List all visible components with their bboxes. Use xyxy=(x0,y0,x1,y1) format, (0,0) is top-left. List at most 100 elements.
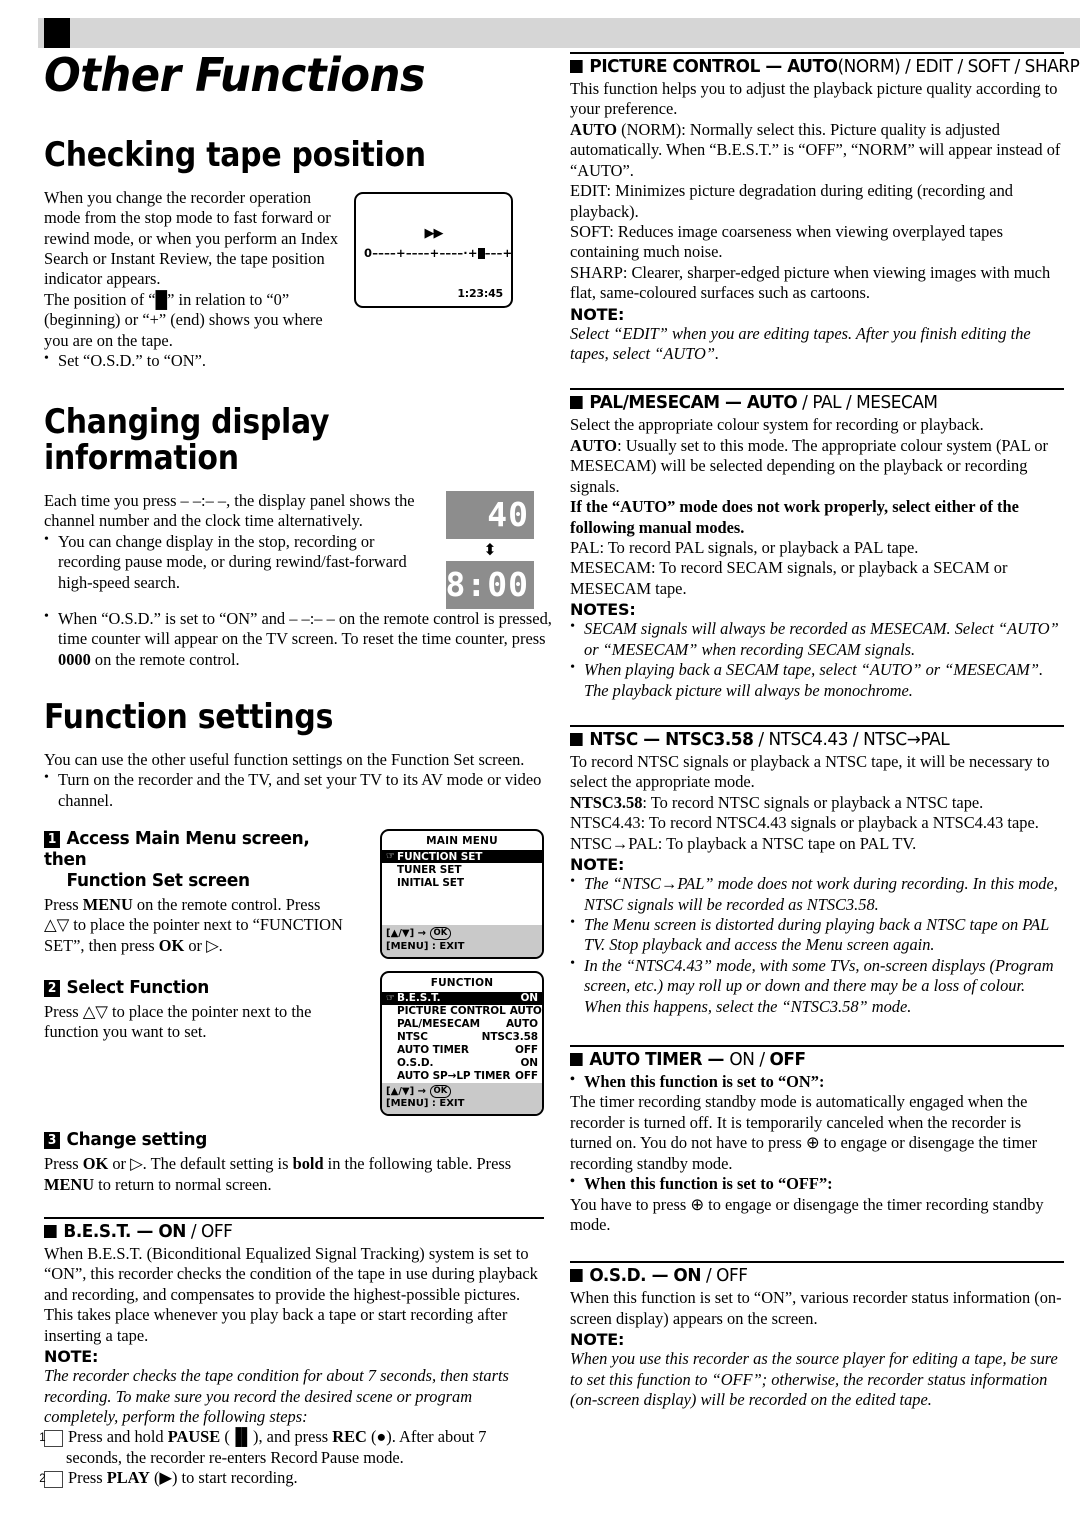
osd-head-bold: O.S.D. — ON xyxy=(589,1266,702,1287)
function-settings-bullet-1: Turn on the recorder and the TV, and set… xyxy=(44,769,544,811)
osd-item-picture-control[interactable]: PICTURE CONTROL AUTO xyxy=(382,1005,542,1018)
auto-timer-on-text: The timer recording standby mode is auto… xyxy=(570,1092,1038,1173)
best-substep-2: 2 Press PLAY (▶) to start recording. xyxy=(39,1468,544,1489)
pal-mesecam-head-bold: PAL/MESECAM — AUTO xyxy=(589,393,798,414)
step-1-title-line2: Function Set screen xyxy=(66,869,250,891)
section-heading-changing-display-information: Changing display information xyxy=(44,402,330,479)
osd-item-ntsc[interactable]: NTSC NTSC3.58 xyxy=(382,1031,542,1044)
square-bullet-icon xyxy=(44,1224,57,1238)
step-2-block: 2 Select Function Press △▽ to place the p… xyxy=(44,977,349,1043)
ntsc-note-1: The “NTSC→PAL” mode does not work during… xyxy=(570,873,1064,915)
pal-mesecam-mesecam: MESECAM: To record SECAM signals, or pla… xyxy=(570,558,1008,598)
auto-mode-label: AUTO xyxy=(570,435,618,455)
auto-mode-text: (NORM): Normally select this. Picture qu… xyxy=(570,119,1061,180)
square-bullet-icon xyxy=(570,1053,583,1067)
osd-item-osd[interactable]: O.S.D. ON xyxy=(382,1057,542,1070)
ntsc-note-label: NOTE: xyxy=(570,855,625,875)
osd-item-initial-set[interactable]: INITIAL SET xyxy=(382,876,542,889)
osd-item-best[interactable]: ☞ B.E.S.T. ON xyxy=(382,991,542,1005)
picture-control-soft: SOFT: Reduces image coarseness when view… xyxy=(570,221,1003,262)
play-button-label: PLAY xyxy=(106,1468,150,1488)
ntsc-head-bold: NTSC — NTSC3.58 xyxy=(589,729,754,750)
osd-spacer xyxy=(382,889,542,898)
step-3-heading: 3 Change setting xyxy=(44,1129,514,1151)
pause-button-label: PAUSE xyxy=(167,1427,221,1447)
osd-item-pal-mesecam[interactable]: PAL/MESECAM AUTO xyxy=(382,1018,542,1031)
square-bullet-icon xyxy=(570,60,583,73)
manual-page: Other Functions Checking tape position W… xyxy=(0,0,1080,1526)
step-1-title-line1: Access Main Menu screen, then xyxy=(44,828,310,870)
subsection-heading-ntsc: NTSC — NTSC3.58 / NTSC4.43 / NTSC→PAL xyxy=(570,730,1049,750)
picture-control-paragraph-1: This function helps you to adjust the pl… xyxy=(570,79,1058,119)
changing-display-bullet-1: You can change display in the stop, reco… xyxy=(44,531,434,593)
menu-button-label: MENU xyxy=(82,894,133,914)
osd-item-label: O.S.D. xyxy=(397,1057,434,1070)
picture-control-sharp: SHARP: Clearer, sharper-edged picture wh… xyxy=(570,262,1051,303)
best-note-label: NOTE: xyxy=(44,1347,99,1367)
step-2-body: Press △▽ to place the pointer next to th… xyxy=(44,1001,312,1042)
changing-display-bullet-2: When “O.S.D.” is set to “ON” and – –:– –… xyxy=(44,608,558,670)
pal-mesecam-head-options: / PAL / MESECAM xyxy=(797,393,938,414)
changing-display-body: Each time you press – –:– –, the display… xyxy=(44,490,544,609)
ok-button-label: OK xyxy=(158,935,185,955)
step-3-text-c: in the following table. Press xyxy=(323,1154,512,1174)
osd-item-label: INITIAL SET xyxy=(397,876,464,889)
page-title: Other Functions xyxy=(44,48,426,102)
menu-button-label: MENU xyxy=(44,1174,95,1194)
step-1-body: Press MENU on the remote control. Press … xyxy=(44,895,349,956)
osd-item-value: NTSC3.58 xyxy=(481,1031,538,1044)
checking-tape-bullet-1: Set “O.S.D.” to “ON”. xyxy=(44,350,344,371)
osd-footer-nav-hint: [▲/▼] → OK xyxy=(386,1084,538,1099)
pal-mesecam-auto: AUTO: Usually set to this mode. The appr… xyxy=(570,436,1064,497)
osd-spacer xyxy=(382,907,542,916)
best-substep-1: 1 Press and hold PAUSE (▐▌), and press RE… xyxy=(39,1427,544,1468)
ok-key-icon: OK xyxy=(429,927,452,941)
ntsc-note-2: The Menu screen is distorted during play… xyxy=(570,914,1064,956)
ntsc-paragraph-1: To record NTSC signals or playback a NTS… xyxy=(570,751,1050,792)
osd-footer-exit-hint: [MENU] : EXIT xyxy=(386,1098,465,1110)
osd-item-label: B.E.S.T. xyxy=(397,992,441,1005)
step-3-text-a: Press xyxy=(44,1154,83,1174)
osd-item-tuner-set[interactable]: TUNER SET xyxy=(382,863,542,876)
tape-scale-left: 0––––+––––+––––·+ xyxy=(364,245,478,260)
auto-timer-off-label: When this function is set to “OFF”: xyxy=(570,1173,1064,1194)
checking-tape-paragraph-2: The position of “█” in relation to “0” (… xyxy=(44,289,323,350)
header-grey-band xyxy=(38,18,1080,48)
osd-item-auto-sp-lp-timer[interactable]: AUTO SP→LP TIMER OFF xyxy=(382,1070,542,1083)
tape-position-indicator-figure: ▶▶ 0––––+––––+––––·+ –––+ 1:23:45 xyxy=(354,191,513,308)
rec-button-label: REC xyxy=(332,1427,367,1447)
divider-rule xyxy=(570,1261,1064,1264)
tape-position-marker-icon xyxy=(477,247,485,259)
substep-1-number: 1 xyxy=(39,1430,63,1448)
lcd-channel-display: 40 xyxy=(446,490,534,539)
osd-item-label: PAL/MESECAM xyxy=(397,1018,480,1031)
section-heading-checking-tape-position: Checking tape position xyxy=(44,135,426,175)
picture-control-note-label: NOTE: xyxy=(570,304,625,324)
up-down-arrow-icon: ⬍ xyxy=(483,539,497,559)
osd-footer-exit-hint: [MENU] : EXIT xyxy=(386,940,465,952)
function-settings-steps: 1 Access Main Menu screen, then Function S… xyxy=(44,828,544,1117)
osd-spacer xyxy=(382,916,542,925)
step-1-block: 1 Access Main Menu screen, then Function S… xyxy=(44,828,349,956)
divider-rule xyxy=(570,724,1064,727)
pal-mesecam-paragraph-1: Select the appropriate colour system for… xyxy=(570,415,984,435)
auto-timer-head-bold: AUTO TIMER — xyxy=(589,1050,730,1071)
pointer-icon: ☞ xyxy=(386,992,395,1004)
lcd-clock-display: 8:00 xyxy=(446,560,534,609)
step-3-text-b: or ▷. The default setting is xyxy=(108,1154,293,1174)
osd-function-footer: [▲/▼] → OK [MENU] : EXIT xyxy=(382,1082,542,1115)
osd-footer-nav-hint: [▲/▼] → OK xyxy=(386,927,538,941)
bullet2-text-a: When “O.S.D.” is set to “ON” and – –:– –… xyxy=(58,608,552,649)
osd-item-label: AUTO SP→LP TIMER xyxy=(397,1070,511,1083)
subsection-heading-auto-timer: AUTO TIMER — ON / OFF xyxy=(570,1050,1049,1070)
lcd-channel-value: 40 xyxy=(487,495,529,535)
ntsc358-text: : To record NTSC signals or playback a N… xyxy=(642,792,984,812)
function-settings-paragraph-1: You can use the other useful function se… xyxy=(44,749,525,769)
osd-main-menu-title: MAIN MENU xyxy=(426,835,498,848)
ntsc358-label: NTSC3.58 xyxy=(570,792,643,812)
divider-rule xyxy=(570,388,1064,391)
ok-key-icon: OK xyxy=(429,1084,452,1098)
osd-item-function-set[interactable]: ☞ FUNCTION SET xyxy=(382,850,542,864)
divider-rule xyxy=(44,1216,544,1219)
osd-item-auto-timer[interactable]: AUTO TIMER OFF xyxy=(382,1044,542,1057)
